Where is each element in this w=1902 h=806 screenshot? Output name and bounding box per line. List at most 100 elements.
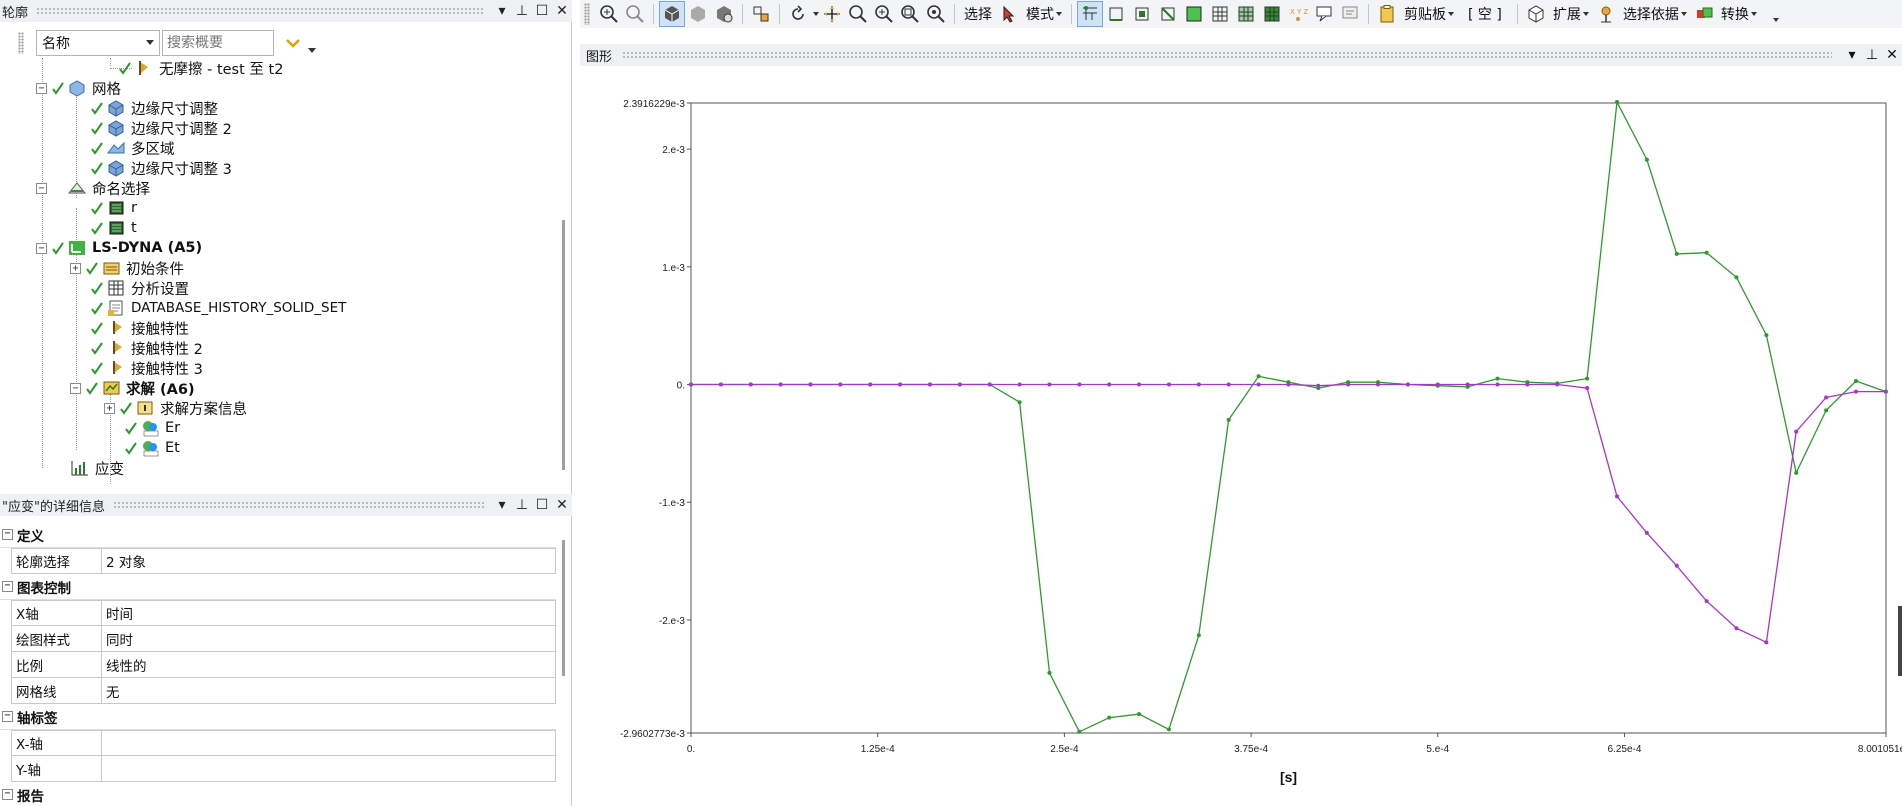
search-outline-input[interactable] xyxy=(162,30,274,56)
filter-chevron-icon[interactable] xyxy=(284,34,302,52)
select-edge-button[interactable] xyxy=(1103,1,1129,27)
property-value[interactable]: 2 对象 xyxy=(102,549,555,573)
box-zoom-button[interactable] xyxy=(871,1,897,27)
collapse-icon[interactable]: − xyxy=(36,182,47,194)
tree-item-edge-sizing-2[interactable]: 边缘尺寸调整 2 xyxy=(90,118,232,138)
property-value[interactable] xyxy=(102,756,555,781)
toolbar-grip-icon[interactable] xyxy=(18,32,24,54)
zoom-fit-button[interactable] xyxy=(596,1,622,27)
zoom-to-fit-button[interactable] xyxy=(622,1,648,27)
tree-item-named-selections[interactable]: − 命名选择 xyxy=(36,178,150,198)
tree-item-er[interactable]: Er xyxy=(124,418,180,438)
select-mesh-element-button[interactable] xyxy=(1259,1,1285,27)
property-value[interactable]: 线性的 xyxy=(102,652,555,677)
collapse-icon[interactable]: − xyxy=(2,581,13,592)
property-row[interactable]: 轮廓选择 2 对象 xyxy=(11,548,556,574)
tree-item-analysis-settings[interactable]: 分析设置 xyxy=(90,278,189,298)
convert-icon-button[interactable] xyxy=(1691,1,1717,27)
coordinate-button[interactable]: X Y Z xyxy=(1285,1,1311,27)
zoom-button[interactable] xyxy=(845,1,871,27)
annotation-button[interactable] xyxy=(1337,1,1363,27)
extend-icon-button[interactable] xyxy=(1523,1,1549,27)
section-chart-controls[interactable]: − 图表控制 xyxy=(0,574,556,600)
rotate-button[interactable] xyxy=(785,1,811,27)
details-maximize-icon[interactable]: ☐ xyxy=(532,497,552,513)
clipboard-dropdown[interactable]: 剪贴板 xyxy=(1400,4,1458,24)
outline-maximize-icon[interactable]: ☐ xyxy=(532,3,552,19)
select-vertex-button[interactable] xyxy=(1077,1,1103,27)
name-select[interactable]: 名称 xyxy=(36,30,160,56)
layout-button[interactable] xyxy=(748,1,774,27)
property-value[interactable]: 无 xyxy=(102,678,555,703)
tree-item-ls-dyna[interactable]: − LS-DYNA (A5) xyxy=(36,238,202,258)
select-by-icon-button[interactable] xyxy=(1593,1,1619,27)
section-definition[interactable]: − 定义 xyxy=(0,522,556,548)
tree-item-contact-property-2[interactable]: 接触特性 2 xyxy=(90,338,203,358)
wireframe-button[interactable] xyxy=(685,1,711,27)
property-value[interactable] xyxy=(102,731,555,755)
tree-item-initial-conditions[interactable]: + 初始条件 xyxy=(70,258,184,278)
section-report[interactable]: − 报告 xyxy=(0,782,556,806)
outline-close-icon[interactable]: ✕ xyxy=(552,3,572,19)
property-row[interactable]: 绘图样式 同时 xyxy=(11,626,556,652)
tree-item-t[interactable]: t xyxy=(90,218,137,238)
graph-close-icon[interactable]: ✕ xyxy=(1882,47,1902,63)
expand-icon[interactable]: + xyxy=(70,262,81,274)
outline-dropdown-icon[interactable]: ▾ xyxy=(492,3,512,19)
collapse-icon[interactable]: − xyxy=(2,529,13,540)
tree-item-solution[interactable]: − 求解 (A6) xyxy=(70,378,195,398)
tree-item-strain[interactable]: 应变 xyxy=(70,458,124,478)
property-row[interactable]: X-轴 xyxy=(11,730,556,756)
outline-pin-icon[interactable]: ⊥ xyxy=(512,3,532,19)
collapse-icon[interactable]: − xyxy=(36,242,47,254)
tree-scrollbar[interactable] xyxy=(562,220,565,470)
property-row[interactable]: 比例 线性的 xyxy=(11,652,556,678)
expand-icon[interactable]: + xyxy=(104,402,115,414)
select-element-button[interactable] xyxy=(1181,1,1207,27)
label-button[interactable] xyxy=(1311,1,1337,27)
collapse-icon[interactable]: − xyxy=(2,711,13,722)
tree-item-contact-property-1[interactable]: 接触特性 xyxy=(90,318,189,338)
property-row[interactable]: 网格线 无 xyxy=(11,678,556,704)
tree-item-et[interactable]: Et xyxy=(124,438,180,458)
details-pin-icon[interactable]: ⊥ xyxy=(512,497,532,513)
tree-item-edge-sizing-1[interactable]: 边缘尺寸调整 xyxy=(90,98,218,118)
tree-item-solution-info[interactable]: + 求解方案信息 xyxy=(104,398,247,418)
collapse-icon[interactable]: − xyxy=(70,382,81,394)
select-node-button[interactable] xyxy=(1207,1,1233,27)
collapse-icon[interactable]: − xyxy=(2,789,13,800)
extend-dropdown[interactable]: 扩展 xyxy=(1549,4,1593,24)
select-face-button[interactable] xyxy=(1129,1,1155,27)
mode-dropdown[interactable]: 模式 xyxy=(1022,4,1066,24)
clipboard-icon-button[interactable] xyxy=(1374,1,1400,27)
tree-item-contact-property-3[interactable]: 接触特性 3 xyxy=(90,358,203,378)
details-dropdown-icon[interactable]: ▾ xyxy=(492,497,512,513)
details-title-grip[interactable] xyxy=(112,501,484,509)
select-mesh-button[interactable] xyxy=(1233,1,1259,27)
toolbar-overflow-icon[interactable] xyxy=(1772,18,1779,22)
convert-dropdown[interactable]: 转换 xyxy=(1717,4,1761,24)
graph-scrollbar[interactable] xyxy=(1898,606,1902,676)
tree-item-mesh[interactable]: − 网格 xyxy=(36,78,121,98)
property-value[interactable]: 同时 xyxy=(102,626,555,651)
graph-title-grip[interactable] xyxy=(622,51,1832,59)
magnifier-button[interactable] xyxy=(923,1,949,27)
property-row[interactable]: Y-轴 xyxy=(11,756,556,782)
graph-pin-icon[interactable]: ⊥ xyxy=(1862,47,1882,63)
tree-item-r[interactable]: r xyxy=(90,198,137,218)
property-row[interactable]: X轴 时间 xyxy=(11,600,556,626)
tree-item-multizone[interactable]: 多区域 xyxy=(90,138,175,158)
chart-area[interactable]: 2.3916229e-3 2.e-3 1.e-3 0. -1.e-3 -2.e-3 -2.9… xyxy=(580,66,1902,806)
select-mode-button[interactable] xyxy=(996,1,1022,27)
outline-title-grip[interactable] xyxy=(36,7,484,15)
select-label[interactable]: 选择 xyxy=(960,4,996,24)
shaded-view-button[interactable] xyxy=(659,1,685,27)
graphics-options-button[interactable] xyxy=(711,1,737,27)
details-close-icon[interactable]: ✕ xyxy=(552,497,572,513)
tree-item-database-history[interactable]: DATABASE_HISTORY_SOLID_SET xyxy=(90,298,346,318)
filter-dropdown-icon[interactable] xyxy=(308,47,316,53)
graph-dropdown-icon[interactable]: ▾ xyxy=(1842,47,1862,63)
zoom-fit-all-button[interactable] xyxy=(897,1,923,27)
pan-button[interactable] xyxy=(819,1,845,27)
select-by-dropdown[interactable]: 选择依据 xyxy=(1619,4,1691,24)
